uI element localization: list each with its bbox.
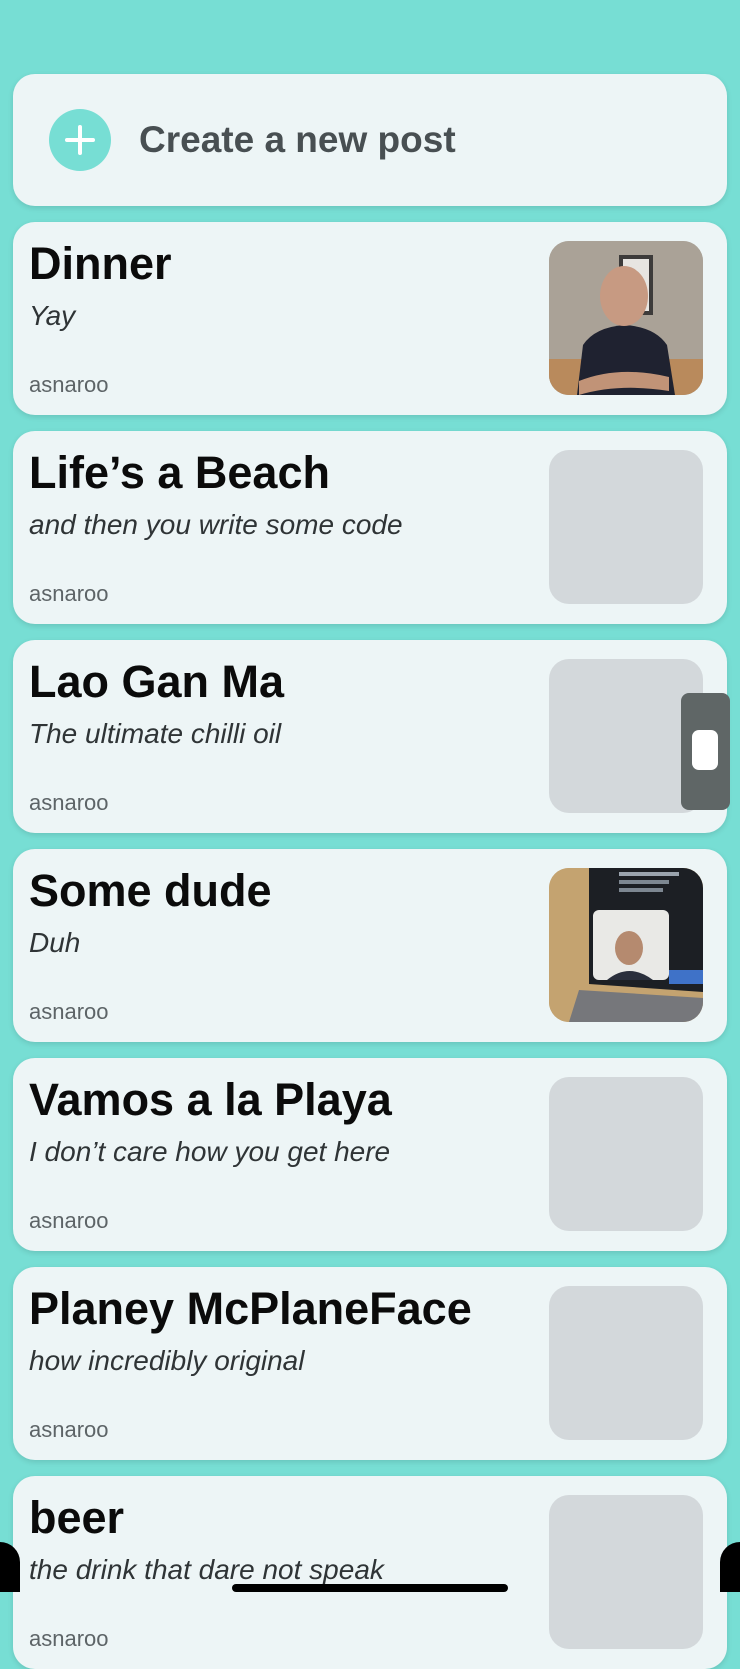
post-title: Some dude [29, 865, 272, 916]
post-card[interactable]: beer the drink that dare not speak asnar… [13, 1476, 727, 1669]
home-indicator[interactable] [232, 1584, 508, 1592]
post-feed: Create a new post Dinner Yay asnaroo Lif… [13, 74, 727, 1669]
plus-icon[interactable] [49, 109, 111, 171]
post-subtitle: Yay [29, 300, 76, 331]
post-card[interactable]: Some dude Duh asnaroo [13, 849, 727, 1042]
post-title: Planey McPlaneFace [29, 1283, 472, 1334]
post-subtitle: I don’t care how you get here [29, 1136, 391, 1167]
post-title: Dinner [29, 238, 172, 289]
post-subtitle: how incredibly original [29, 1345, 305, 1376]
post-thumbnail-placeholder[interactable] [549, 1077, 703, 1231]
scroll-handle[interactable] [681, 693, 730, 810]
post-author: asnaroo [29, 372, 109, 397]
create-post-label: Create a new post [139, 119, 456, 160]
post-card[interactable]: Vamos a la Playa I don’t care how you ge… [13, 1058, 727, 1251]
post-author: asnaroo [29, 999, 109, 1024]
screen-corner-right [720, 1542, 740, 1592]
post-thumbnail-photo[interactable] [549, 868, 703, 1022]
laptop-photo-image [549, 868, 703, 1022]
man-photo-image [549, 241, 703, 395]
post-author: asnaroo [29, 1208, 109, 1233]
post-title: Lao Gan Ma [29, 656, 285, 707]
post-subtitle: the drink that dare not speak [29, 1554, 384, 1585]
post-card[interactable]: Life’s a Beach and then you write some c… [13, 431, 727, 624]
post-thumbnail-placeholder[interactable] [549, 1286, 703, 1440]
post-author: asnaroo [29, 790, 109, 815]
post-author: asnaroo [29, 1626, 109, 1651]
post-title: Life’s a Beach [29, 447, 330, 498]
post-thumbnail-placeholder[interactable] [549, 659, 703, 813]
post-card[interactable]: Dinner Yay asnaroo [13, 222, 727, 415]
post-subtitle: The ultimate chilli oil [29, 718, 282, 749]
post-title: Vamos a la Playa [29, 1074, 392, 1125]
post-card[interactable]: Lao Gan Ma The ultimate chilli oil asnar… [13, 640, 727, 833]
post-author: asnaroo [29, 1417, 109, 1442]
post-thumbnail-placeholder[interactable] [549, 1495, 703, 1649]
scroll-knob[interactable] [692, 730, 718, 770]
post-subtitle: Duh [29, 927, 81, 958]
post-thumbnail-photo[interactable] [549, 241, 703, 395]
post-title: beer [29, 1492, 125, 1543]
create-post-button[interactable]: Create a new post [13, 74, 727, 206]
post-thumbnail-placeholder[interactable] [549, 450, 703, 604]
post-subtitle: and then you write some code [29, 509, 403, 540]
post-author: asnaroo [29, 581, 109, 606]
post-card[interactable]: Planey McPlaneFace how incredibly origin… [13, 1267, 727, 1460]
